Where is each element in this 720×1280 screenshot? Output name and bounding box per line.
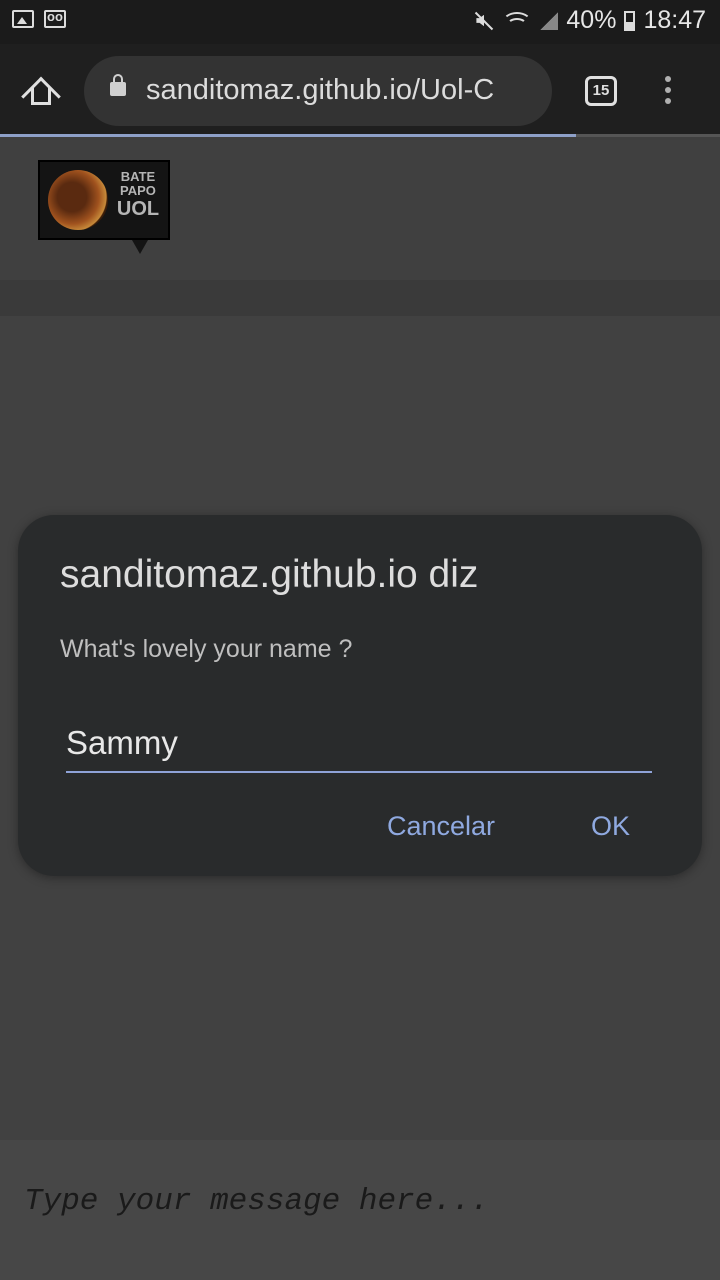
logo-speech-tail — [132, 240, 148, 254]
more-menu-icon[interactable] — [664, 76, 672, 108]
url-text[interactable]: sanditomaz.github.io/Uol-C — [146, 74, 546, 107]
page-header: BATE PAPO UOL — [0, 140, 720, 280]
status-bar: 40% 18:47 — [0, 0, 720, 44]
tab-switcher-button[interactable]: 15 — [585, 76, 617, 106]
wifi-icon — [502, 10, 533, 32]
home-icon[interactable] — [24, 74, 58, 106]
system-status: 40% 18:47 — [474, 6, 706, 35]
logo-line-1: BATE — [120, 169, 156, 184]
logo-line-2: PAPO — [120, 183, 156, 198]
clock: 18:47 — [643, 6, 706, 34]
message-composer — [0, 1140, 720, 1280]
prompt-dialog: sanditomaz.github.io diz What's lovely y… — [18, 515, 702, 876]
page-load-progress — [0, 134, 576, 137]
ok-button[interactable]: OK — [591, 811, 630, 842]
header-divider — [0, 280, 720, 316]
logo-emblem — [48, 170, 108, 230]
voicemail-icon — [44, 9, 66, 28]
battery-icon — [624, 10, 636, 31]
image-icon — [12, 10, 34, 28]
page-load-progress-track — [576, 134, 720, 137]
lock-icon[interactable] — [110, 74, 126, 96]
address-bar[interactable]: sanditomaz.github.io/Uol-C — [84, 56, 552, 126]
browser-toolbar: sanditomaz.github.io/Uol-C 15 — [0, 44, 720, 136]
signal-icon — [540, 11, 559, 30]
dialog-title: sanditomaz.github.io diz — [60, 553, 479, 596]
battery-percent: 40% — [566, 6, 617, 34]
dialog-message: What's lovely your name ? — [60, 635, 353, 663]
logo-line-3: UOL — [116, 198, 160, 220]
bate-papo-uol-logo: BATE PAPO UOL — [38, 160, 170, 254]
mute-icon — [474, 11, 494, 31]
name-input[interactable] — [66, 715, 652, 773]
cancel-button[interactable]: Cancelar — [387, 811, 495, 842]
notification-icons — [12, 9, 66, 28]
message-input[interactable] — [22, 1172, 702, 1230]
